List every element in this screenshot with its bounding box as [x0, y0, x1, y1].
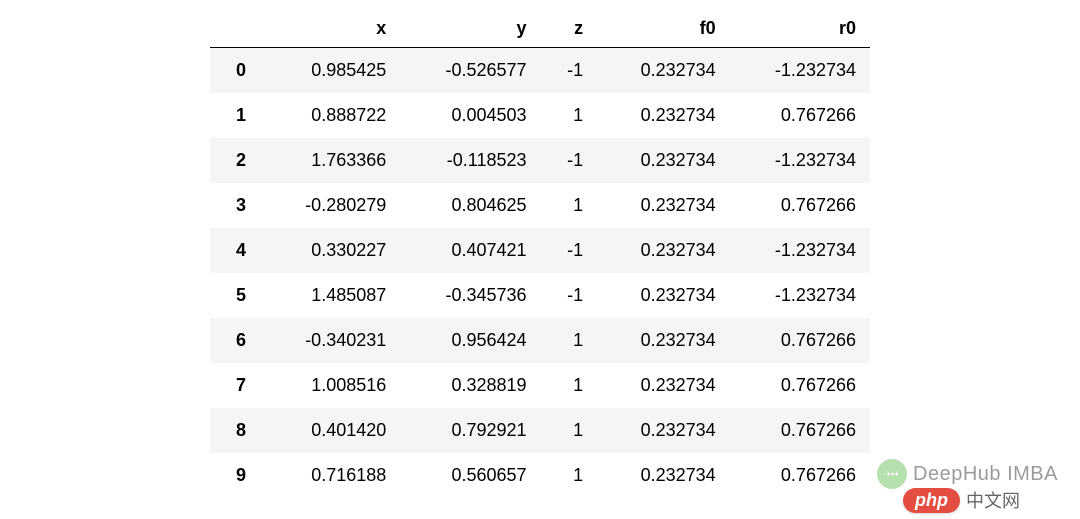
cell-x: 1.763366: [260, 138, 400, 183]
col-r0: r0: [730, 10, 870, 48]
col-y: y: [400, 10, 540, 48]
cell-y: -0.526577: [400, 48, 540, 94]
cell-y: -0.345736: [400, 273, 540, 318]
table-row: 51.485087-0.345736-10.232734-1.232734: [210, 273, 870, 318]
cell-z: 1: [541, 453, 598, 498]
col-z: z: [541, 10, 598, 48]
cell-r0: -1.232734: [730, 48, 870, 94]
col-f0: f0: [597, 10, 730, 48]
table-row: 40.3302270.407421-10.232734-1.232734: [210, 228, 870, 273]
cell-r0: 0.767266: [730, 93, 870, 138]
cell-x: 1.008516: [260, 363, 400, 408]
cell-r0: 0.767266: [730, 183, 870, 228]
table-row: 00.985425-0.526577-10.232734-1.232734: [210, 48, 870, 94]
cell-y: 0.792921: [400, 408, 540, 453]
cell-x: 0.985425: [260, 48, 400, 94]
cell-z: -1: [541, 228, 598, 273]
cell-r0: 0.767266: [730, 363, 870, 408]
row-index: 5: [210, 273, 260, 318]
cell-f0: 0.232734: [597, 48, 730, 94]
table-row: 80.4014200.79292110.2327340.767266: [210, 408, 870, 453]
cell-x: -0.280279: [260, 183, 400, 228]
table-row: 3-0.2802790.80462510.2327340.767266: [210, 183, 870, 228]
cell-y: 0.407421: [400, 228, 540, 273]
table-body: 00.985425-0.526577-10.232734-1.23273410.…: [210, 48, 870, 499]
cell-z: 1: [541, 93, 598, 138]
cell-x: 0.330227: [260, 228, 400, 273]
cell-f0: 0.232734: [597, 408, 730, 453]
table-header: x y z f0 r0: [210, 10, 870, 48]
cell-r0: 0.767266: [730, 318, 870, 363]
cell-x: 0.401420: [260, 408, 400, 453]
col-x: x: [260, 10, 400, 48]
cell-f0: 0.232734: [597, 363, 730, 408]
cell-r0: -1.232734: [730, 273, 870, 318]
cell-y: 0.560657: [400, 453, 540, 498]
cell-x: -0.340231: [260, 318, 400, 363]
row-index: 2: [210, 138, 260, 183]
row-index: 1: [210, 93, 260, 138]
cell-z: 1: [541, 363, 598, 408]
cell-f0: 0.232734: [597, 318, 730, 363]
row-index: 7: [210, 363, 260, 408]
cell-f0: 0.232734: [597, 93, 730, 138]
cell-z: -1: [541, 48, 598, 94]
cell-r0: -1.232734: [730, 138, 870, 183]
row-index: 8: [210, 408, 260, 453]
row-index: 9: [210, 453, 260, 498]
cell-x: 0.716188: [260, 453, 400, 498]
data-table: x y z f0 r0 00.985425-0.526577-10.232734…: [210, 10, 870, 498]
cell-y: 0.004503: [400, 93, 540, 138]
cell-f0: 0.232734: [597, 138, 730, 183]
cell-z: -1: [541, 138, 598, 183]
cell-f0: 0.232734: [597, 453, 730, 498]
table-container: x y z f0 r0 00.985425-0.526577-10.232734…: [0, 0, 1080, 498]
cell-y: 0.328819: [400, 363, 540, 408]
cell-y: 0.956424: [400, 318, 540, 363]
cell-r0: 0.767266: [730, 453, 870, 498]
table-row: 71.0085160.32881910.2327340.767266: [210, 363, 870, 408]
row-index: 6: [210, 318, 260, 363]
cell-z: 1: [541, 408, 598, 453]
cell-z: 1: [541, 183, 598, 228]
row-index: 0: [210, 48, 260, 94]
row-index: 4: [210, 228, 260, 273]
table-row: 10.8887220.00450310.2327340.767266: [210, 93, 870, 138]
cell-f0: 0.232734: [597, 183, 730, 228]
cell-r0: 0.767266: [730, 408, 870, 453]
cell-z: -1: [541, 273, 598, 318]
row-index: 3: [210, 183, 260, 228]
cell-y: -0.118523: [400, 138, 540, 183]
cell-y: 0.804625: [400, 183, 540, 228]
table-row: 90.7161880.56065710.2327340.767266: [210, 453, 870, 498]
cell-f0: 0.232734: [597, 228, 730, 273]
cell-x: 0.888722: [260, 93, 400, 138]
table-row: 6-0.3402310.95642410.2327340.767266: [210, 318, 870, 363]
table-row: 21.763366-0.118523-10.232734-1.232734: [210, 138, 870, 183]
cell-x: 1.485087: [260, 273, 400, 318]
cell-f0: 0.232734: [597, 273, 730, 318]
cell-z: 1: [541, 318, 598, 363]
col-index-blank: [210, 10, 260, 48]
cell-r0: -1.232734: [730, 228, 870, 273]
